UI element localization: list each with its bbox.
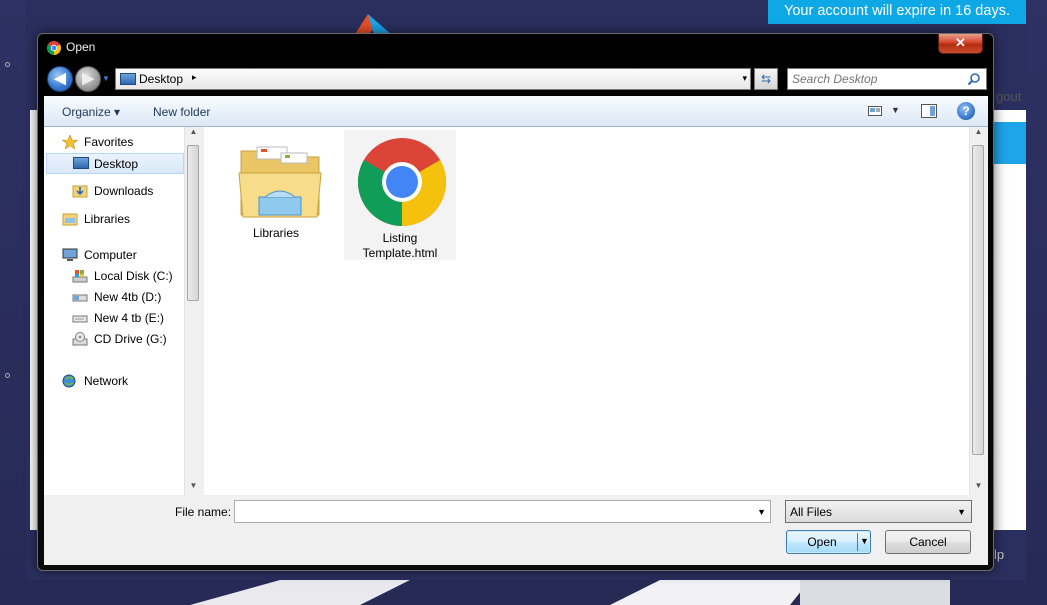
drive-icon: [72, 315, 88, 323]
file-list: Libraries Listing Template.html ▲ ▼: [204, 127, 986, 495]
windows-drive-icon: [72, 270, 88, 283]
nav-item-label: Computer: [84, 248, 137, 262]
file-name-line-1: Listing: [382, 231, 418, 245]
help-link[interactable]: lp: [994, 547, 1004, 562]
search-box[interactable]: [787, 68, 987, 90]
desktop-icon: [73, 157, 89, 169]
nav-item-favorites[interactable]: Favorites: [62, 132, 182, 152]
nav-item-desktop[interactable]: Desktop: [46, 153, 184, 174]
chrome-icon: [358, 138, 446, 226]
back-button[interactable]: ◀: [47, 66, 73, 92]
scroll-up-icon[interactable]: ▲: [970, 127, 987, 141]
drive-icon: [72, 294, 88, 302]
nav-item-label: CD Drive (G:): [94, 332, 167, 346]
file-name: Libraries: [252, 226, 300, 240]
cd-drive-icon: [72, 332, 88, 346]
address-location[interactable]: Desktop: [139, 72, 183, 86]
open-dropdown-icon[interactable]: ▼: [860, 536, 869, 546]
file-type-dropdown-icon[interactable]: ▼: [957, 507, 966, 517]
nav-item-label: Downloads: [94, 184, 154, 198]
scroll-down-icon[interactable]: ▼: [185, 481, 202, 495]
libraries-folder-icon: [238, 146, 322, 218]
nav-scrollbar-thumb[interactable]: [187, 145, 199, 301]
navigation-row: ◀ ▶ ▼ Desktop ▸ ▾ ⇆: [38, 64, 993, 94]
dialog-title: Open: [66, 40, 96, 54]
command-bar: Organize ▾ New folder ▼ ?: [44, 96, 988, 127]
expire-banner[interactable]: Your account will expire in 16 days.: [768, 0, 1026, 24]
file-type-select[interactable]: All Files ▼: [785, 500, 972, 523]
file-name-field[interactable]: ▼: [234, 500, 771, 523]
file-name-label: File name:: [175, 505, 232, 519]
nav-item-label: Libraries: [84, 212, 131, 226]
nav-item-label: New 4tb (D:): [94, 290, 162, 304]
content-scrollbar-thumb[interactable]: [972, 145, 984, 455]
computer-icon: [62, 248, 78, 261]
background-blue-bar: [990, 122, 1026, 164]
star-icon: [62, 135, 78, 149]
scroll-down-icon[interactable]: ▼: [970, 481, 987, 495]
close-button[interactable]: ✕: [938, 34, 983, 54]
open-dialog: Open ✕ ◀ ▶ ▼ Desktop ▸ ▾ ⇆ Organize ▾ Ne…: [37, 33, 994, 571]
desktop-icon: [120, 73, 136, 85]
forward-button[interactable]: ▶: [75, 66, 101, 92]
downloads-folder-icon: [72, 185, 88, 198]
organize-menu[interactable]: Organize ▾: [62, 105, 120, 119]
file-item-libraries[interactable]: Libraries: [226, 137, 326, 243]
nav-item-new-4tb-d[interactable]: New 4tb (D:): [72, 287, 192, 307]
background-thumbnails: [190, 580, 950, 605]
file-item-listing-template[interactable]: Listing Template.html: [344, 130, 456, 260]
dialog-footer: File name: ▼ All Files ▼ Open ▼ Cancel: [44, 495, 988, 565]
nav-item-cd-drive[interactable]: CD Drive (G:): [72, 329, 192, 349]
refresh-button[interactable]: ⇆: [754, 68, 778, 90]
address-dropdown-icon[interactable]: ▾: [742, 73, 747, 84]
change-view-icon[interactable]: [868, 104, 882, 118]
preview-pane-icon[interactable]: [921, 104, 937, 118]
file-name-dropdown-icon[interactable]: ▼: [757, 507, 766, 517]
nav-item-network[interactable]: Network: [62, 371, 182, 391]
nav-item-label: Local Disk (C:): [94, 269, 173, 283]
cancel-button[interactable]: Cancel: [885, 530, 971, 554]
logout-link[interactable]: gout: [996, 89, 1021, 104]
nav-scrollbar[interactable]: ▲ ▼: [184, 127, 201, 495]
search-icon[interactable]: [967, 72, 981, 86]
chrome-icon: [47, 41, 61, 55]
content-scrollbar[interactable]: ▲ ▼: [969, 127, 986, 495]
file-type-value: All Files: [790, 505, 833, 519]
background-dot: [5, 62, 10, 67]
help-icon[interactable]: ?: [957, 102, 975, 120]
nav-item-label: Favorites: [84, 135, 134, 149]
search-input[interactable]: [792, 71, 962, 87]
file-name-line-2: Template.html: [362, 246, 438, 260]
new-folder-button[interactable]: New folder: [153, 105, 210, 119]
dialog-body: Organize ▾ New folder ▼ ? Favorites Desk…: [44, 96, 988, 565]
nav-item-computer[interactable]: Computer: [62, 245, 182, 265]
nav-item-label: New 4 tb (E:): [94, 311, 165, 325]
nav-item-label: Desktop: [94, 157, 139, 171]
nav-item-new-4tb-e[interactable]: New 4 tb (E:): [72, 308, 192, 328]
nav-item-libraries[interactable]: Libraries: [62, 209, 182, 229]
open-button-label: Open: [807, 535, 837, 549]
nav-item-label: Network: [84, 374, 129, 388]
network-icon: [62, 374, 76, 388]
view-dropdown-icon[interactable]: ▼: [891, 105, 900, 115]
nav-item-downloads[interactable]: Downloads: [72, 181, 192, 201]
scroll-up-icon[interactable]: ▲: [185, 127, 202, 141]
libraries-icon: [62, 213, 78, 226]
split-divider: [857, 533, 858, 551]
history-dropdown-icon[interactable]: ▼: [102, 74, 110, 83]
open-button[interactable]: Open ▼: [786, 530, 871, 554]
dialog-titlebar[interactable]: Open ✕: [38, 34, 993, 62]
address-bar[interactable]: Desktop ▸ ▾: [115, 68, 751, 90]
navigation-pane: Favorites Desktop Downloads Libraries Co…: [44, 127, 201, 495]
background-dot: [5, 373, 10, 378]
nav-item-local-disk[interactable]: Local Disk (C:): [72, 266, 192, 286]
breadcrumb-chevron-icon[interactable]: ▸: [192, 72, 197, 83]
file-name-input[interactable]: [238, 504, 748, 520]
